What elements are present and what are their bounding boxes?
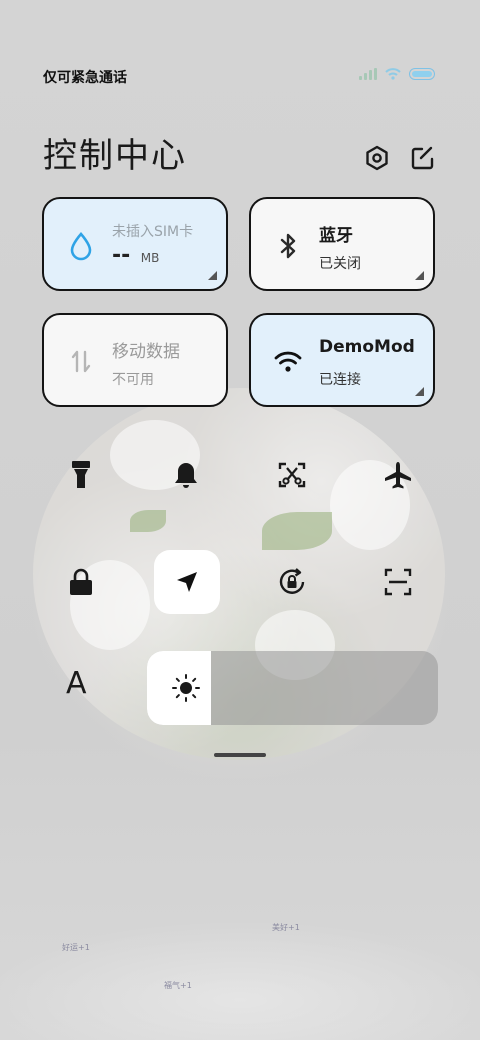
location-arrow-icon [177,572,197,592]
bluetooth-label: 蓝牙 [319,226,353,246]
mobile-data-icon [71,350,91,373]
wifi-status: 已连接 [319,372,361,388]
wallpaper-bottom [0,880,480,1040]
bell-icon [175,463,197,488]
signal-icon [359,68,377,80]
tile-bluetooth[interactable]: 蓝牙 已关闭 [249,197,435,291]
wifi-status-icon [385,68,401,80]
battery-icon [409,68,435,80]
lock-screen-toggle[interactable] [61,562,101,602]
expand-corner [415,387,424,396]
rotation-lock-icon [279,568,305,594]
bluetooth-icon [280,233,296,259]
water-drop-icon [70,232,92,261]
wifi-icon [274,351,302,372]
settings-icon[interactable] [364,145,390,171]
wifi-network-name: DemoMod [319,337,415,357]
brightness-slider[interactable] [147,651,438,725]
expand-corner [208,271,217,280]
wallpaper-leaf [262,512,332,550]
bluetooth-status: 已关闭 [319,256,361,272]
mobile-data-status: 不可用 [112,372,154,388]
screenshot-icon [278,462,306,488]
page-title: 控制中心 [43,136,187,176]
screenshot-toggle[interactable] [272,455,312,495]
lock-icon [70,568,92,595]
flashlight-toggle[interactable] [61,455,101,495]
mobile-data-label: 移动数据 [112,342,180,362]
scan-icon [384,568,412,596]
font-size-button[interactable]: A [66,666,87,701]
wallpaper-text: 福气+1 [164,981,192,990]
usage-number: -- [112,243,131,268]
location-toggle[interactable] [154,550,220,614]
tile-wifi[interactable]: DemoMod 已连接 [249,313,435,407]
tile-mobile-data[interactable]: 移动数据 不可用 [42,313,228,407]
airplane-mode-toggle[interactable] [378,455,418,495]
usage-unit: MB [140,251,160,265]
status-icons [359,68,435,80]
expand-corner [415,271,424,280]
wallpaper-text: 好运+1 [62,943,90,952]
mute-toggle[interactable] [166,455,206,495]
brightness-icon [172,674,200,702]
carrier-status: 仅可紧急通话 [43,70,127,86]
sim-status-label: 未插入SIM卡 [112,224,194,240]
wallpaper-leaf [130,510,166,532]
scanner-toggle[interactable] [378,562,418,602]
edit-icon[interactable] [410,145,436,171]
rotation-lock-toggle[interactable] [272,562,312,602]
wallpaper-text: 美好+1 [272,923,300,932]
flashlight-icon [72,461,90,488]
airplane-icon [385,462,411,489]
drag-handle[interactable] [214,753,266,757]
tile-data-usage[interactable]: 未插入SIM卡 -- MB [42,197,228,291]
data-usage-value: -- MB [112,243,159,268]
